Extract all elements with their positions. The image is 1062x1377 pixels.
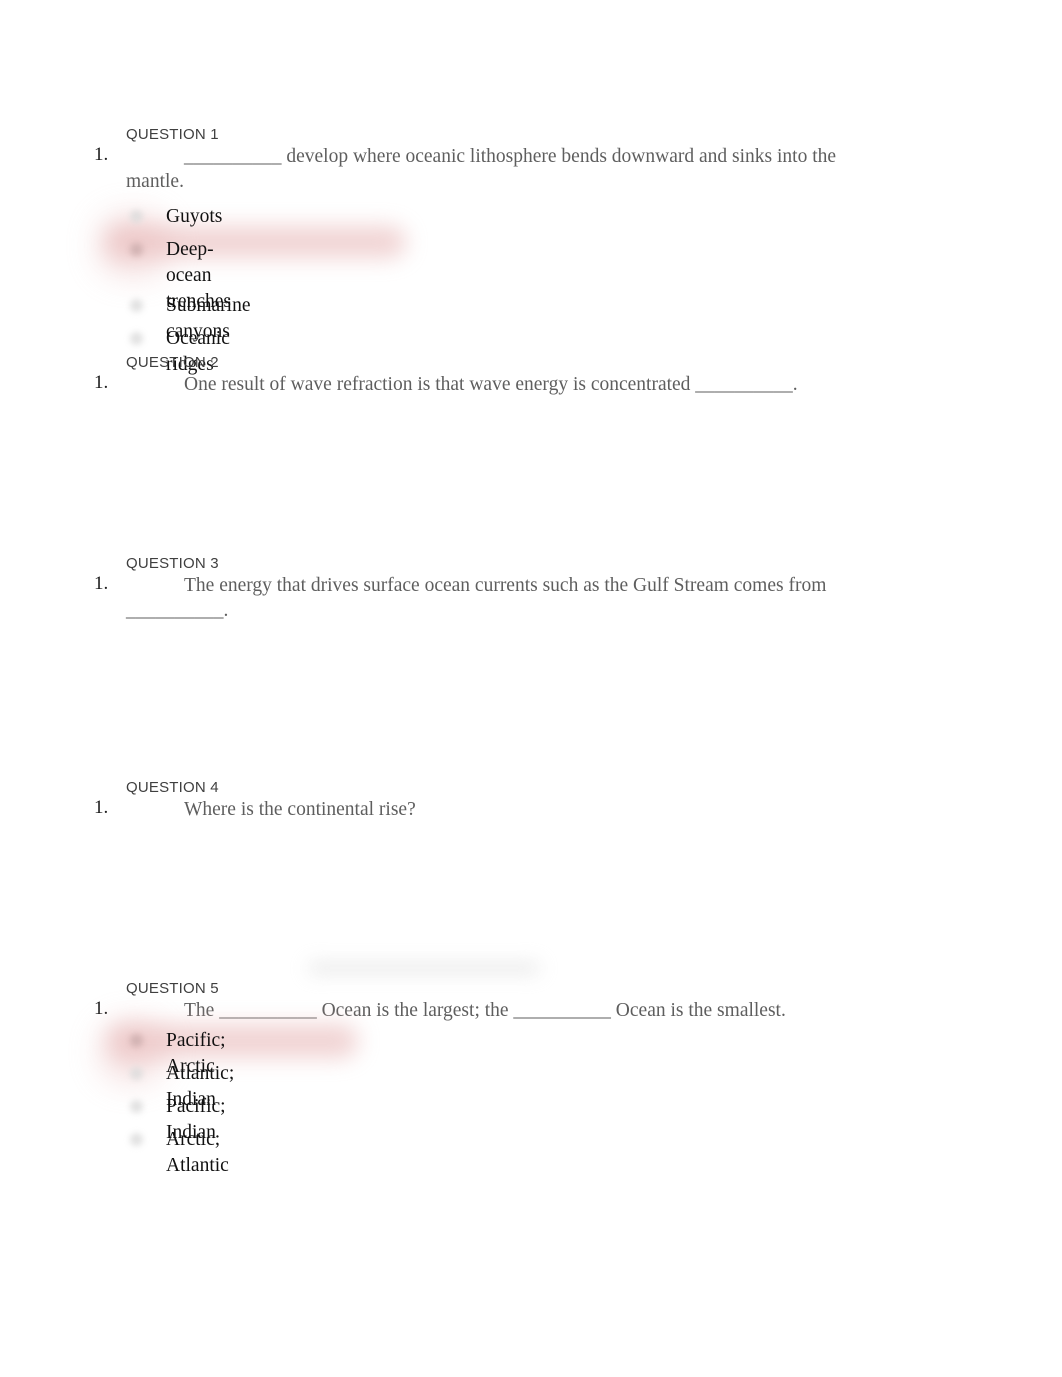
- radio-icon[interactable]: [130, 243, 143, 256]
- radio-icon[interactable]: [130, 1067, 143, 1080]
- question-number-5: 1.: [94, 998, 109, 1019]
- question-text-4: Where is the continental rise?: [184, 799, 416, 820]
- answer-option-label: Arctic; Atlantic: [166, 1129, 229, 1176]
- radio-icon[interactable]: [130, 1100, 143, 1113]
- question-heading-3: QUESTION 3: [126, 555, 219, 572]
- radio-icon[interactable]: [130, 1034, 143, 1047]
- radio-icon[interactable]: [130, 299, 143, 312]
- question-number-3: 1.: [94, 573, 109, 594]
- radio-icon[interactable]: [130, 332, 143, 345]
- highlight-blob-q5: [108, 1024, 358, 1058]
- question-text-3: The energy that drives surface ocean cur…: [126, 575, 827, 621]
- question-text-2: One result of wave refraction is that wa…: [184, 374, 798, 395]
- blur-artifact: [308, 962, 540, 974]
- question-number-4: 1.: [94, 797, 109, 818]
- radio-icon[interactable]: [130, 1133, 143, 1146]
- question-heading-4: QUESTION 4: [126, 779, 219, 796]
- radio-icon[interactable]: [130, 210, 143, 223]
- question-text-1: __________ develop where oceanic lithosp…: [126, 146, 837, 192]
- question-heading-5: QUESTION 5: [126, 980, 219, 997]
- question-heading-2: QUESTION 2: [126, 354, 219, 371]
- highlight-blob-q1: [106, 226, 406, 258]
- question-heading-1: QUESTION 1: [126, 126, 219, 143]
- question-text-5: The __________ Ocean is the largest; the…: [184, 1000, 786, 1021]
- question-number-1: 1.: [94, 144, 109, 165]
- answer-option-label: Guyots: [166, 206, 223, 227]
- document-page: QUESTION 1 1. __________ develop where o…: [0, 0, 1062, 1377]
- question-number-2: 1.: [94, 372, 109, 393]
